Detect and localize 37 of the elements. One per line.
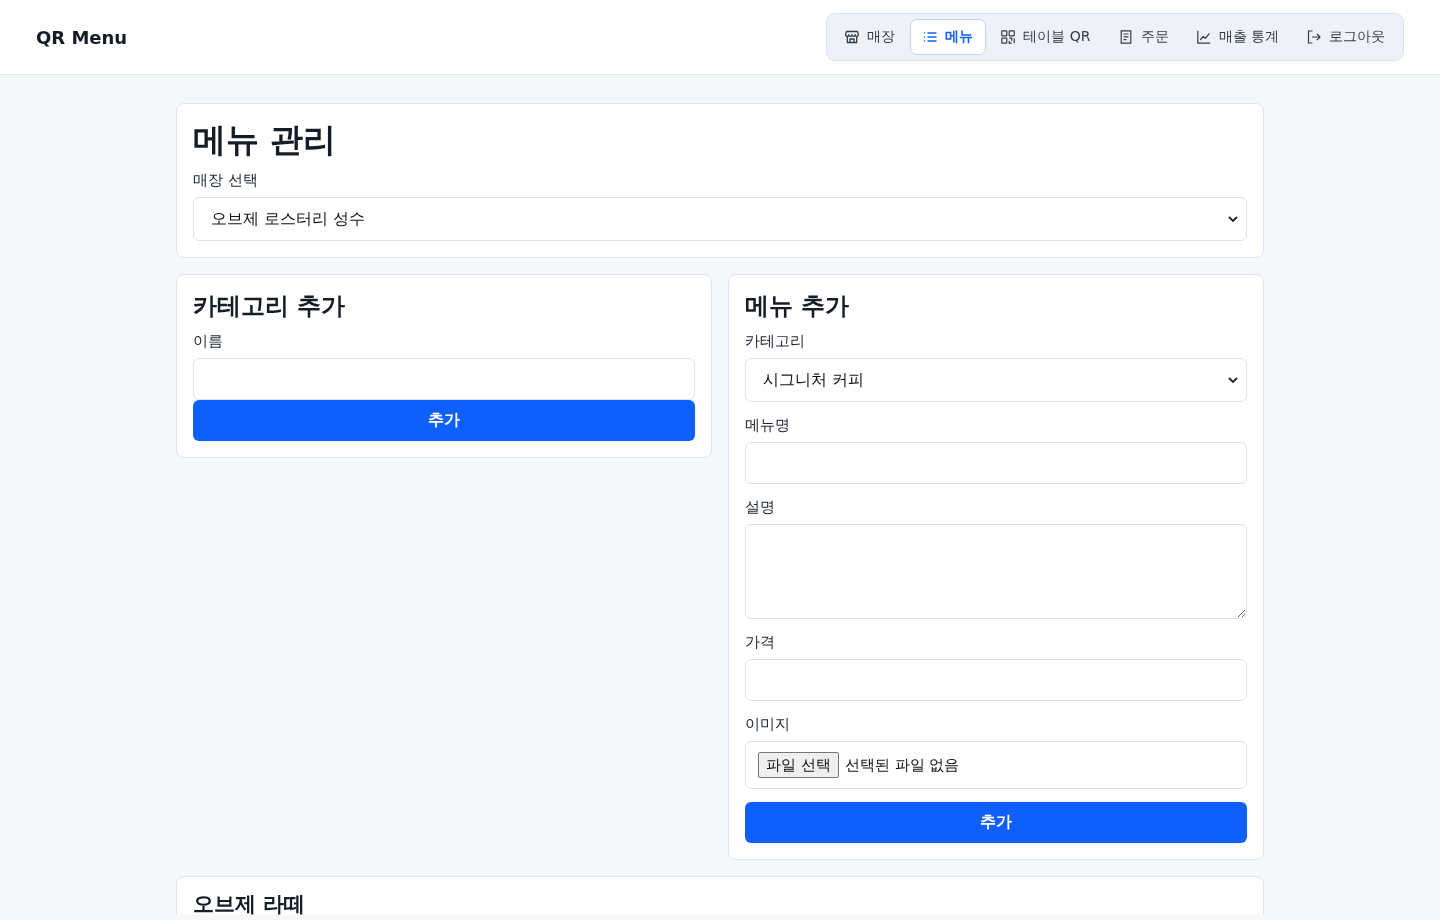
field-label: 메뉴명 [745, 415, 790, 435]
add-button[interactable]: 추가 [193, 400, 695, 441]
nav-tab[interactable]: 매장 [832, 19, 909, 55]
app-logo[interactable]: QR Menu [36, 26, 128, 48]
list-icon [923, 30, 938, 44]
dropdown-select[interactable]: 오브제 로스터리 성수 [193, 197, 1247, 241]
field-label: 이미지 [745, 714, 790, 734]
line-chart-icon [1196, 30, 1211, 44]
document-icon [1118, 30, 1133, 44]
nav-tab[interactable]: 매출 통계 [1183, 19, 1292, 55]
dropdown-select[interactable]: 시그니처 커피 [745, 358, 1247, 402]
text-input[interactable] [745, 659, 1247, 701]
field-label: 이름 [193, 331, 223, 351]
chevron-down-icon [1228, 377, 1238, 383]
choose-file-button[interactable]: 파일 선택 [758, 752, 839, 778]
qr-code-icon [1001, 30, 1016, 44]
page-title: 메뉴 관리 [193, 120, 338, 160]
nav-tab[interactable]: 주문 [1105, 19, 1182, 55]
nav-tab[interactable]: 메뉴 [910, 19, 987, 55]
file-status-text: 선택된 파일 없음 [844, 755, 960, 775]
field-label: 카테고리 [745, 331, 805, 351]
textarea-field[interactable] [745, 524, 1247, 619]
nav-tab[interactable]: 로그아웃 [1294, 19, 1398, 55]
add-button[interactable]: 추가 [745, 802, 1247, 843]
file-input-field[interactable]: 파일 선택 선택된 파일 없음 [745, 741, 1247, 789]
field-label: 설명 [745, 497, 775, 517]
chevron-down-icon [1228, 216, 1238, 222]
section-title: 오브제 라떼 [193, 893, 307, 915]
field-label: 가격 [745, 632, 775, 652]
card-title: 메뉴 추가 [745, 291, 851, 321]
store-icon [845, 30, 860, 44]
text-input[interactable] [745, 442, 1247, 484]
logout-icon [1307, 30, 1321, 44]
text-input[interactable] [193, 358, 695, 400]
field-label: 매장 선택 [193, 170, 258, 190]
card-title: 카테고리 추가 [193, 291, 347, 321]
nav-tab[interactable]: 테이블 QR [988, 19, 1104, 55]
